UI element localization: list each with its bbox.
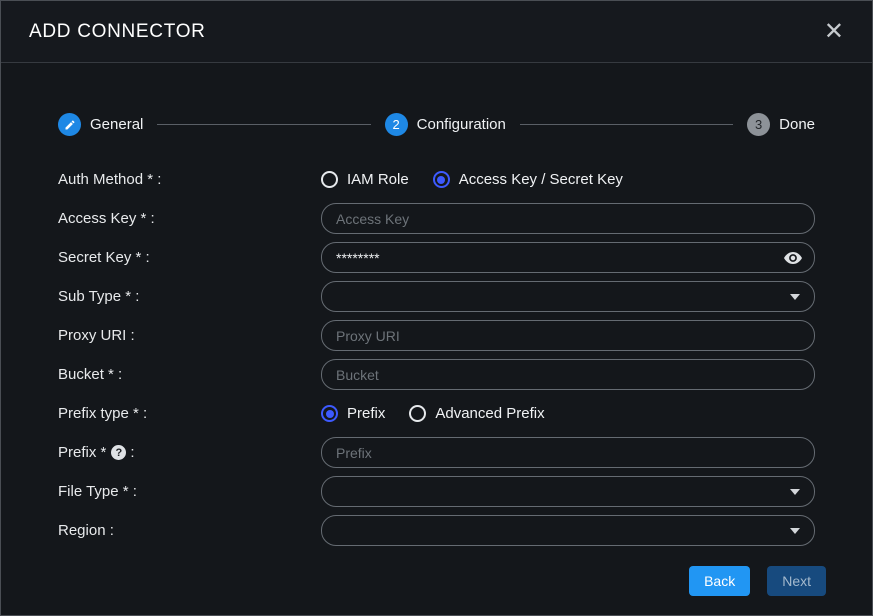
field-label: Prefix * ? :	[58, 444, 321, 461]
prefix-input[interactable]	[321, 437, 815, 468]
form-row-sub-type: Sub Type * :	[58, 281, 815, 312]
radio-icon	[321, 405, 338, 422]
radio-iam-role[interactable]: IAM Role	[321, 171, 409, 188]
question-glyph: ?	[115, 447, 122, 459]
prefix-type-radio-group: Prefix Advanced Prefix	[321, 405, 815, 422]
form-row-prefix: Prefix * ? :	[58, 437, 815, 468]
radio-prefix[interactable]: Prefix	[321, 405, 385, 422]
radio-access-key-secret-key[interactable]: Access Key / Secret Key	[433, 171, 623, 188]
question-circle-icon[interactable]: ?	[111, 445, 126, 460]
add-connector-dialog: ADD CONNECTOR ✕ General 2 Configuration …	[0, 0, 873, 616]
chevron-down-icon	[790, 489, 800, 495]
field-label: Auth Method * :	[58, 171, 321, 188]
form-row-bucket: Bucket * :	[58, 359, 815, 390]
secret-key-input[interactable]	[321, 242, 815, 273]
field-label: Secret Key * :	[58, 249, 321, 266]
step-number-badge: 3	[747, 113, 770, 136]
proxy-uri-input[interactable]	[321, 320, 815, 351]
sub-type-select[interactable]	[321, 281, 815, 312]
chevron-down-icon	[790, 528, 800, 534]
form-row-prefix-type: Prefix type * : Prefix Advanced Prefix	[58, 398, 815, 429]
form-row-secret-key: Secret Key * :	[58, 242, 815, 273]
step-done: 3 Done	[747, 113, 815, 136]
form-row-file-type: File Type * :	[58, 476, 815, 507]
field-label: Proxy URI :	[58, 327, 321, 344]
step-connector-line	[157, 124, 370, 125]
radio-icon	[433, 171, 450, 188]
field-label: Region :	[58, 522, 321, 539]
radio-icon	[321, 171, 338, 188]
step-label: Configuration	[417, 116, 506, 133]
step-label: Done	[779, 116, 815, 133]
bucket-input[interactable]	[321, 359, 815, 390]
form-row-auth-method: Auth Method * : IAM Role Access Key / Se…	[58, 164, 815, 195]
secret-key-wrap	[321, 242, 815, 273]
radio-advanced-prefix[interactable]: Advanced Prefix	[409, 405, 544, 422]
auth-method-radio-group: IAM Role Access Key / Secret Key	[321, 171, 815, 188]
pencil-icon	[58, 113, 81, 136]
step-general[interactable]: General	[58, 113, 143, 136]
close-icon[interactable]: ✕	[824, 20, 844, 44]
file-type-select[interactable]	[321, 476, 815, 507]
label-colon: :	[130, 444, 134, 461]
radio-label: Access Key / Secret Key	[459, 171, 623, 188]
step-configuration[interactable]: 2 Configuration	[385, 113, 506, 136]
wizard-stepper: General 2 Configuration 3 Done	[58, 113, 815, 136]
chevron-down-icon	[790, 294, 800, 300]
dialog-header: ADD CONNECTOR ✕	[1, 1, 872, 63]
back-button[interactable]: Back	[689, 566, 750, 596]
step-connector-line	[520, 124, 733, 125]
field-label: File Type * :	[58, 483, 321, 500]
radio-label: IAM Role	[347, 171, 409, 188]
access-key-input[interactable]	[321, 203, 815, 234]
field-label: Prefix type * :	[58, 405, 321, 422]
dialog-footer: Back Next	[58, 566, 826, 596]
label-text: Prefix *	[58, 444, 106, 461]
form-row-proxy-uri: Proxy URI :	[58, 320, 815, 351]
region-select[interactable]	[321, 515, 815, 546]
eye-icon[interactable]	[784, 251, 802, 264]
radio-label: Prefix	[347, 405, 385, 422]
field-label: Bucket * :	[58, 366, 321, 383]
field-label: Sub Type * :	[58, 288, 321, 305]
field-label: Access Key * :	[58, 210, 321, 227]
dialog-title: ADD CONNECTOR	[29, 21, 206, 43]
next-button[interactable]: Next	[767, 566, 826, 596]
step-number-badge: 2	[385, 113, 408, 136]
step-label: General	[90, 116, 143, 133]
connector-form: Auth Method * : IAM Role Access Key / Se…	[58, 164, 815, 554]
form-row-access-key: Access Key * :	[58, 203, 815, 234]
radio-label: Advanced Prefix	[435, 405, 544, 422]
form-row-region: Region :	[58, 515, 815, 546]
radio-icon	[409, 405, 426, 422]
